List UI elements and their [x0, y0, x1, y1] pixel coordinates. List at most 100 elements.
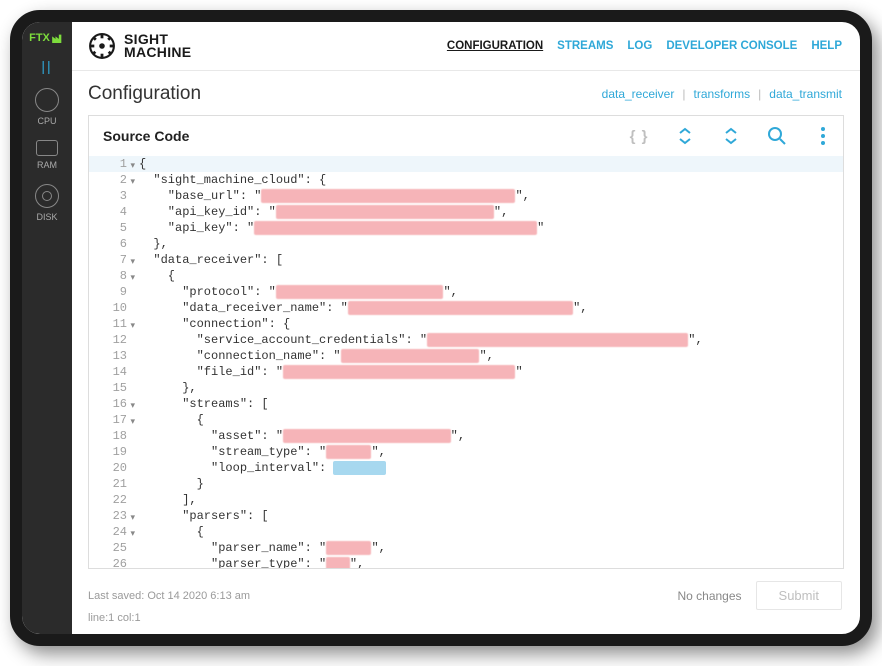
gutter: 1▾	[89, 156, 135, 172]
code-content[interactable]: "sight_machine_cloud": {	[135, 172, 326, 188]
code-content[interactable]: },	[135, 380, 197, 396]
code-content[interactable]: ],	[135, 492, 197, 508]
code-line[interactable]: 6 },	[89, 236, 843, 252]
code-line[interactable]: 5 "api_key": "xxxxxxxxxxxxxxxxxxxxxxxxxx…	[89, 220, 843, 236]
subnav-sep: |	[682, 87, 685, 101]
code-content[interactable]: "parser_type": "xxx",	[135, 556, 364, 568]
nav-streams[interactable]: STREAMS	[557, 40, 613, 52]
gutter: 12	[89, 332, 135, 348]
ram-gauge: RAM	[36, 140, 58, 170]
code-line[interactable]: 15 },	[89, 380, 843, 396]
brand-logo-icon	[88, 32, 116, 60]
code-content[interactable]: {	[135, 412, 204, 428]
nav-developer-console[interactable]: DEVELOPER CONSOLE	[666, 40, 797, 52]
code-line[interactable]: 21 }	[89, 476, 843, 492]
brand-text: SIGHT MACHINE	[124, 33, 191, 59]
panel-actions: { }	[629, 126, 833, 146]
subnav-data-transmit[interactable]: data_transmit	[769, 87, 842, 101]
cursor-position: line:1 col:1	[88, 612, 842, 624]
code-line[interactable]: 17▾ {	[89, 412, 843, 428]
code-content[interactable]: "asset": "xxxxxxxxxxxxxxxxxxxxxxx",	[135, 428, 465, 444]
code-content[interactable]: "connection_name": "xxxxxxxxxxxxxxxxxxx"…	[135, 348, 494, 364]
code-content[interactable]: {	[135, 524, 204, 540]
code-content[interactable]: {	[135, 268, 175, 284]
pause-icon[interactable]: ||	[41, 58, 52, 74]
code-content[interactable]: }	[135, 476, 204, 492]
code-line[interactable]: 19 "stream_type": "xxxxxx",	[89, 444, 843, 460]
code-line[interactable]: 20 "loop_interval": xxxxxxx	[89, 460, 843, 476]
code-content[interactable]: "stream_type": "xxxxxx",	[135, 444, 386, 460]
code-line[interactable]: 25 "parser_name": "xxxxxx",	[89, 540, 843, 556]
gutter: 13	[89, 348, 135, 364]
page-title: Configuration	[88, 83, 201, 105]
sub-nav: data_receiver | transforms | data_transm…	[602, 87, 842, 101]
nav-log[interactable]: LOG	[627, 40, 652, 52]
subnav-data-receiver[interactable]: data_receiver	[602, 87, 675, 101]
code-content[interactable]: "base_url": "xxxxxxxxxxxxxxxxxxxxxxxxxxx…	[135, 188, 530, 204]
code-line[interactable]: 9 "protocol": "xxxxxxxxxxxxxxxxxxxxxxx",	[89, 284, 843, 300]
code-content[interactable]: "protocol": "xxxxxxxxxxxxxxxxxxxxxxx",	[135, 284, 458, 300]
code-line[interactable]: 18 "asset": "xxxxxxxxxxxxxxxxxxxxxxx",	[89, 428, 843, 444]
main-area: SIGHT MACHINE CONFIGURATION STREAMS LOG …	[72, 22, 860, 634]
code-line[interactable]: 16▾ "streams": [	[89, 396, 843, 412]
code-content[interactable]: "data_receiver": [	[135, 252, 283, 268]
code-line[interactable]: 4 "api_key_id": "xxxxxxxxxxxxxxxxxxxxxxx…	[89, 204, 843, 220]
code-line[interactable]: 12 "service_account_credentials": "xxxxx…	[89, 332, 843, 348]
code-content[interactable]: "parser_name": "xxxxxx",	[135, 540, 386, 556]
source-panel: Source Code { } 1▾{2▾ "sight_mach	[88, 115, 844, 569]
gutter: 2▾	[89, 172, 135, 188]
code-content[interactable]: "connection": {	[135, 316, 290, 332]
code-line[interactable]: 13 "connection_name": "xxxxxxxxxxxxxxxxx…	[89, 348, 843, 364]
nav-configuration[interactable]: CONFIGURATION	[447, 40, 543, 52]
search-icon[interactable]	[767, 126, 787, 146]
code-line[interactable]: 8▾ {	[89, 268, 843, 284]
code-line[interactable]: 11▾ "connection": {	[89, 316, 843, 332]
code-content[interactable]: "file_id": "xxxxxxxxxxxxxxxxxxxxxxxxxxxx…	[135, 364, 523, 380]
code-line[interactable]: 10 "data_receiver_name": "xxxxxxxxxxxxxx…	[89, 300, 843, 316]
nav-help[interactable]: HELP	[811, 40, 842, 52]
code-content[interactable]: "loop_interval": xxxxxxx	[135, 460, 386, 476]
device-frame: FTX || CPU RAM DISK	[10, 10, 872, 646]
code-line[interactable]: 22 ],	[89, 492, 843, 508]
code-line[interactable]: 24▾ {	[89, 524, 843, 540]
code-content[interactable]: },	[135, 236, 168, 252]
code-line[interactable]: 2▾ "sight_machine_cloud": {	[89, 172, 843, 188]
code-line[interactable]: 23▾ "parsers": [	[89, 508, 843, 524]
subnav-transforms[interactable]: transforms	[693, 87, 750, 101]
expand-all-icon[interactable]	[721, 126, 741, 146]
code-content[interactable]: {	[135, 156, 146, 172]
code-content[interactable]: "parsers": [	[135, 508, 269, 524]
panel-title: Source Code	[103, 128, 189, 144]
code-line[interactable]: 7▾ "data_receiver": [	[89, 252, 843, 268]
code-content[interactable]: "data_receiver_name": "xxxxxxxxxxxxxxxxx…	[135, 300, 588, 316]
code-content[interactable]: "api_key": "xxxxxxxxxxxxxxxxxxxxxxxxxxxx…	[135, 220, 544, 236]
code-content[interactable]: "streams": [	[135, 396, 269, 412]
submit-button[interactable]: Submit	[756, 581, 842, 610]
gutter: 9	[89, 284, 135, 300]
disk-gauge-icon	[35, 184, 59, 208]
code-line[interactable]: 1▾{	[89, 156, 843, 172]
code-content[interactable]: "service_account_credentials": "xxxxxxxx…	[135, 332, 703, 348]
code-content[interactable]: "api_key_id": "xxxxxxxxxxxxxxxxxxxxxxxxx…	[135, 204, 508, 220]
disk-label: DISK	[36, 212, 57, 222]
collapse-all-icon[interactable]	[675, 126, 695, 146]
gutter: 4	[89, 204, 135, 220]
no-changes-label: No changes	[677, 589, 741, 603]
code-line[interactable]: 14 "file_id": "xxxxxxxxxxxxxxxxxxxxxxxxx…	[89, 364, 843, 380]
last-saved: Last saved: Oct 14 2020 6:13 am	[88, 590, 250, 602]
more-icon[interactable]	[813, 126, 833, 146]
code-editor[interactable]: 1▾{2▾ "sight_machine_cloud": {3 "base_ur…	[89, 156, 843, 568]
code-line[interactable]: 3 "base_url": "xxxxxxxxxxxxxxxxxxxxxxxxx…	[89, 188, 843, 204]
gutter: 8▾	[89, 268, 135, 284]
cpu-label: CPU	[37, 116, 56, 126]
gutter: 7▾	[89, 252, 135, 268]
gutter: 17▾	[89, 412, 135, 428]
code-line[interactable]: 26 "parser_type": "xxx",	[89, 556, 843, 568]
brand-line2: MACHINE	[124, 46, 191, 59]
gutter: 3	[89, 188, 135, 204]
ftx-badge: FTX	[29, 32, 65, 44]
format-json-icon[interactable]: { }	[629, 126, 649, 146]
gutter: 20	[89, 460, 135, 476]
gutter: 19	[89, 444, 135, 460]
gutter: 21	[89, 476, 135, 492]
